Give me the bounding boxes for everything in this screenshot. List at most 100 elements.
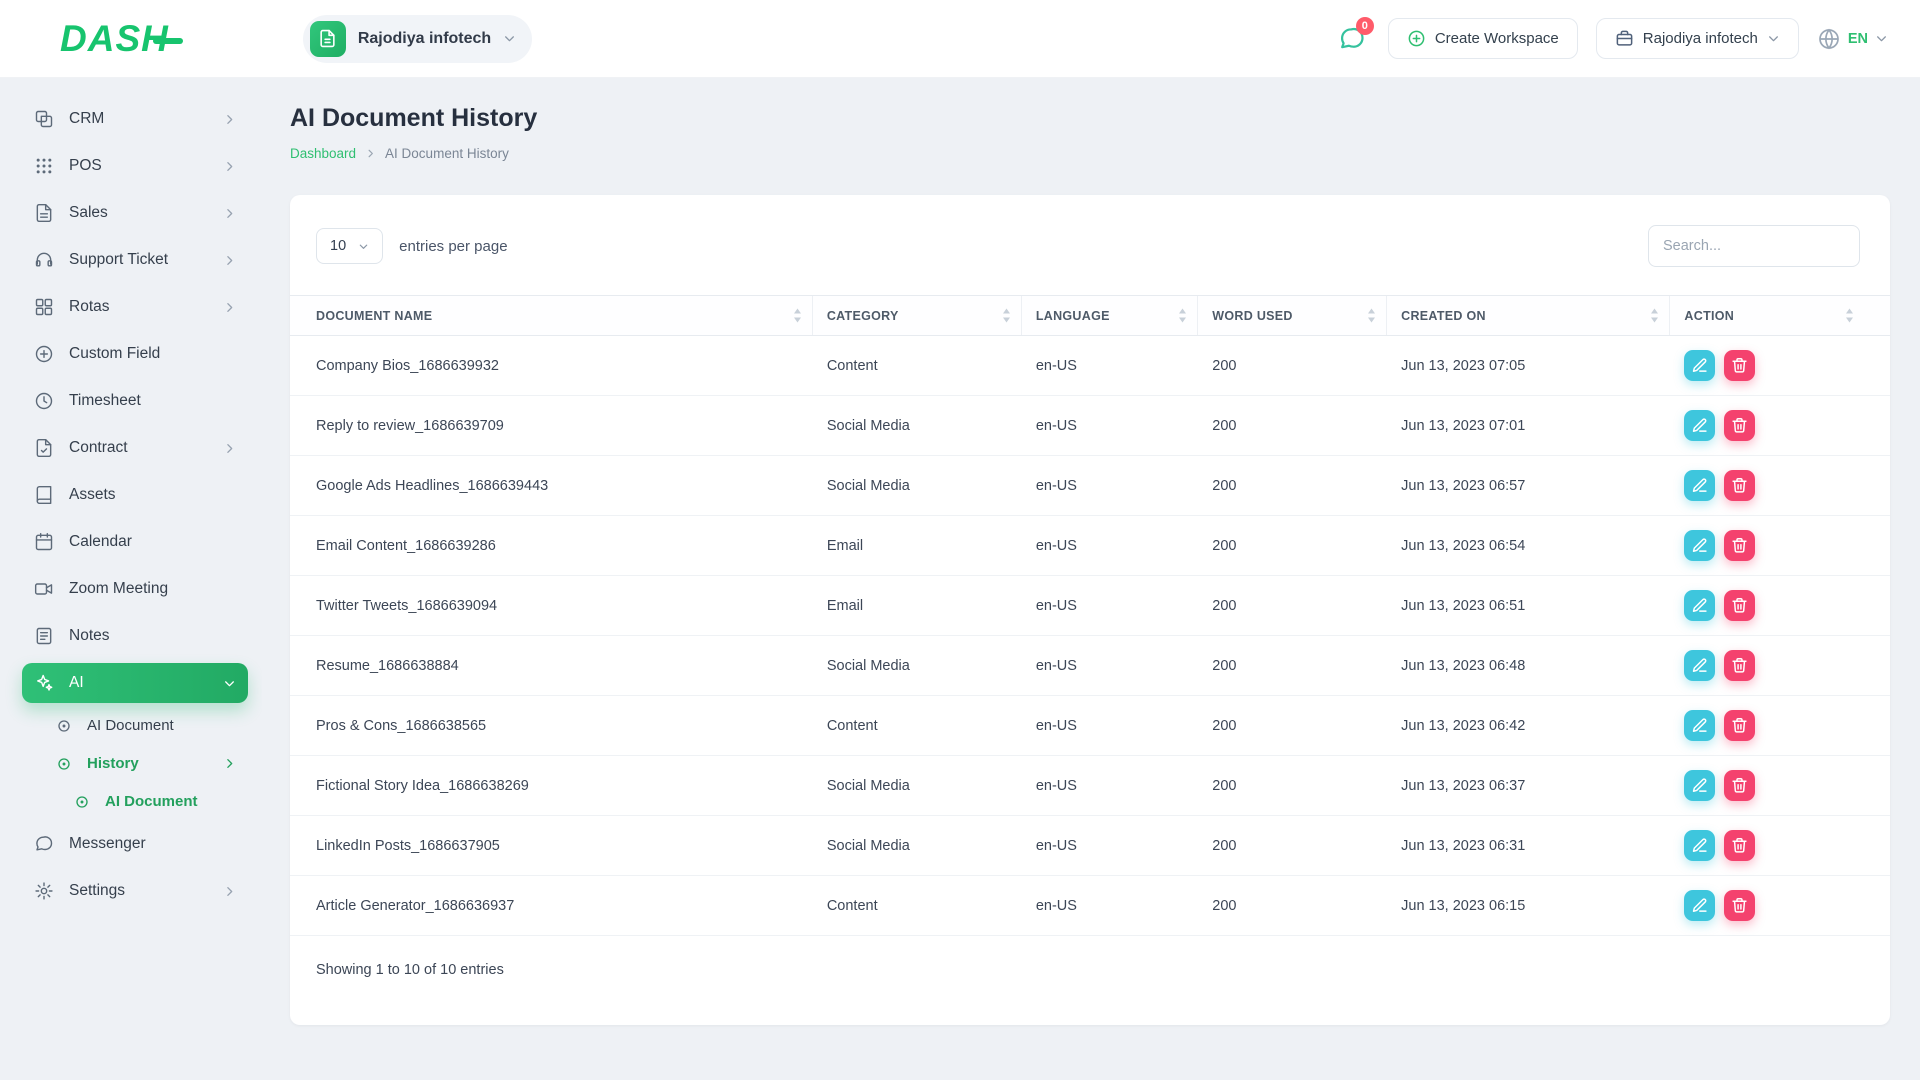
sidebar-item-notes[interactable]: Notes [22,616,248,656]
sidebar-item-label: CRM [69,110,105,127]
language-selector[interactable]: EN [1817,27,1888,51]
edit-button[interactable] [1684,470,1716,501]
column-header-category[interactable]: CATEGORY [827,296,1022,335]
sidebar-item-ai[interactable]: AI [22,663,248,703]
settings-icon [34,881,54,901]
cell-document-name: Email Content_1686639286 [316,537,496,554]
entries-per-page-select[interactable]: 10 [316,228,384,264]
cell-category: Content [826,357,878,374]
edit-button[interactable] [1684,890,1716,921]
ai-icon [34,673,54,693]
column-header-action[interactable]: ACTION [1684,296,1864,335]
cell-word-used: 200 [1212,477,1237,494]
main-content: AI Document History Dashboard AI Documen… [262,78,1920,1080]
table-row: Company Bios_1686639932 Content en-US 200 Ju… [290,336,1890,396]
workspace-switcher[interactable]: Rajodiya infotech [302,14,533,63]
column-header-words[interactable]: WORD USED [1212,296,1388,335]
plus-circle-icon [1407,29,1426,48]
table-row: Article Generator_1686636937 Content en-US… [290,876,1890,936]
messages-button[interactable]: 0 [1334,16,1374,57]
messages-count-badge: 0 [1355,16,1374,35]
create-workspace-button[interactable]: Create Workspace [1387,18,1578,59]
delete-button[interactable] [1724,530,1756,561]
edit-button[interactable] [1684,410,1716,441]
delete-button[interactable] [1724,770,1756,801]
clock-icon [34,391,54,411]
column-label: WORD USED [1212,308,1293,323]
workspace-label: Rajodiya infotech [357,29,492,47]
cell-actions [1684,650,1864,681]
sidebar-item-calendar[interactable]: Calendar [22,522,248,562]
sidebar-item-support-ticket[interactable]: Support Ticket [22,240,248,280]
delete-button[interactable] [1724,890,1756,921]
sidebar-item-timesheet[interactable]: Timesheet [22,381,248,421]
table-row: Google Ads Headlines_1686639443 Social Me… [290,456,1890,516]
messenger-icon [34,834,54,854]
chevron-down-icon [358,241,369,252]
account-workspace-dropdown[interactable]: Rajodiya infotech [1595,18,1799,59]
cell-actions [1684,770,1864,801]
sidebar-item-label: AI Document [87,717,174,734]
sidebar-item-custom-field[interactable]: Custom Field [22,334,248,374]
delete-button[interactable] [1724,650,1756,681]
create-workspace-label: Create Workspace [1434,30,1559,47]
cell-category: Social Media [826,477,910,494]
sidebar-item-label: Support Ticket [69,251,169,268]
table-controls: 10 entries per page [290,225,1890,295]
sidebar-item-crm[interactable]: CRM [22,99,248,139]
chevron-right-icon [223,301,236,314]
pencil-icon [1691,717,1708,734]
cell-category: Email [826,597,864,614]
trash-icon [1731,717,1748,734]
column-header-name[interactable]: DOCUMENT NAME [316,296,813,335]
delete-button[interactable] [1724,710,1756,741]
edit-button[interactable] [1684,830,1716,861]
calendar-icon [34,532,54,552]
chevron-right-icon [223,885,236,898]
sidebar-item-zoom-meeting[interactable]: Zoom Meeting [22,569,248,609]
edit-button[interactable] [1684,650,1716,681]
top-actions: 0 Create Workspace Rajodiya infotech EN [1334,16,1888,59]
sidebar-item-rotas[interactable]: Rotas [22,287,248,327]
cell-actions [1684,590,1864,621]
sidebar-item-messenger[interactable]: Messenger [22,824,248,864]
account-workspace-label: Rajodiya infotech [1642,30,1758,47]
sidebar-item-history[interactable]: History [44,748,248,779]
video-icon [34,579,54,599]
sidebar-item-label: Sales [69,204,108,221]
delete-button[interactable] [1724,830,1756,861]
cell-category: Content [826,897,878,914]
language-label: EN [1847,30,1868,47]
delete-button[interactable] [1724,470,1756,501]
cell-created-on: Jun 13, 2023 06:48 [1401,657,1526,674]
sidebar-item-assets[interactable]: Assets [22,475,248,515]
delete-button[interactable] [1724,350,1756,381]
table-row: Fictional Story Idea_1686638269 Social Me… [290,756,1890,816]
sidebar-item-contract[interactable]: Contract [22,428,248,468]
delete-button[interactable] [1724,590,1756,621]
chevron-down-icon [223,677,236,690]
sort-icon [1367,308,1376,323]
table-footer-status: Showing 1 to 10 of 10 entries [316,962,504,978]
edit-button[interactable] [1684,350,1716,381]
breadcrumb-link-dashboard[interactable]: Dashboard [290,146,356,161]
edit-button[interactable] [1684,530,1716,561]
delete-button[interactable] [1724,410,1756,441]
cell-actions [1684,830,1864,861]
sidebar-item-settings[interactable]: Settings [22,871,248,911]
pencil-icon [1691,597,1708,614]
edit-button[interactable] [1684,710,1716,741]
sidebar-item-pos[interactable]: POS [22,146,248,186]
cell-document-name: LinkedIn Posts_1686637905 [316,837,500,854]
column-header-language[interactable]: LANGUAGE [1036,296,1199,335]
edit-button[interactable] [1684,770,1716,801]
sidebar-item-ai-document[interactable]: AI Document [44,710,248,741]
search-input[interactable] [1648,225,1860,267]
sidebar-item-sales[interactable]: Sales [22,193,248,233]
cell-actions [1684,530,1864,561]
cell-category: Email [826,537,864,554]
edit-button[interactable] [1684,590,1716,621]
cell-created-on: Jun 13, 2023 07:01 [1401,417,1526,434]
column-header-created[interactable]: CREATED ON [1401,296,1671,335]
sidebar-item-history-ai-document[interactable]: AI Document [62,786,248,817]
